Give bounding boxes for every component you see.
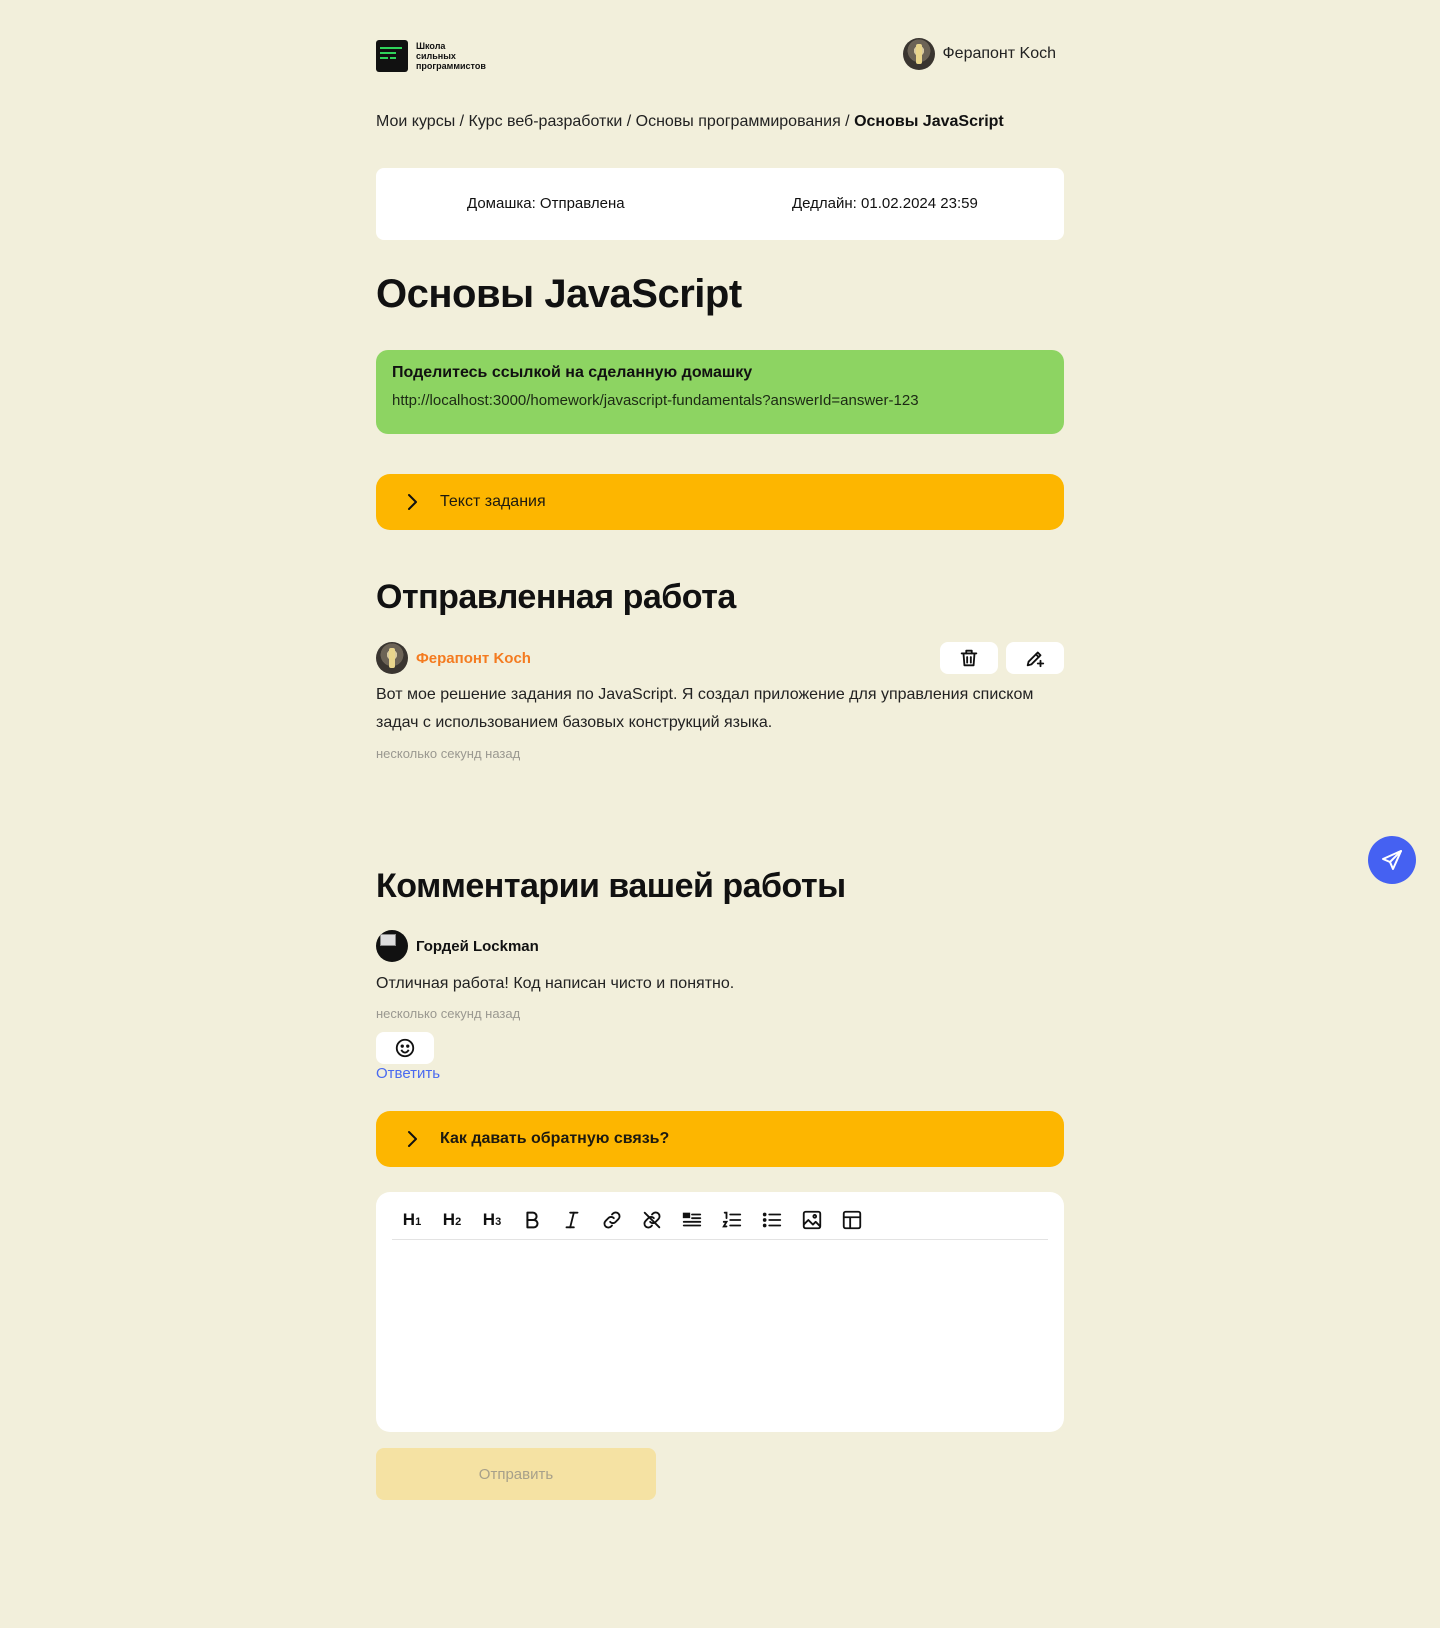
feedback-accordion[interactable]: Как давать обратную связь?	[376, 1111, 1064, 1167]
user-avatar	[902, 38, 935, 70]
heading1-icon: H1	[402, 1209, 422, 1229]
reaction-button[interactable]	[376, 1032, 434, 1064]
edit-pencil-icon	[1026, 651, 1045, 668]
heading2-icon: H2	[442, 1209, 462, 1229]
comment-avatar	[376, 930, 408, 962]
page-title: Основы JavaScript	[376, 272, 742, 316]
author-avatar	[376, 642, 408, 674]
share-link-card: Поделитесь ссылкой на сделанную домашку …	[376, 350, 1064, 434]
bullet-list-icon	[762, 1212, 782, 1227]
comment-author-name[interactable]: Гордей Lockman	[416, 938, 539, 955]
image-button[interactable]	[792, 1204, 832, 1236]
submitted-author: Ферапонт Koch	[376, 642, 531, 674]
telegram-button[interactable]	[1368, 836, 1416, 884]
submitted-text: Вот мое решение задания по JavaScript. Я…	[376, 686, 1034, 731]
reply-link[interactable]: Ответить	[376, 1065, 440, 1082]
deadline: Дедлайн: 01.02.2024 23:59	[792, 195, 978, 212]
editor-content[interactable]	[392, 1248, 1048, 1418]
header: Школа сильных программистов Ферапонт Koc…	[376, 38, 1064, 74]
unlink-icon	[643, 1211, 661, 1228]
task-text-label: Текст задания	[440, 493, 546, 510]
logo-text: Школа сильных программистов	[416, 41, 486, 71]
image-icon	[802, 1210, 822, 1229]
homework-status-card: Домашка: Отправлена Дедлайн: 01.02.2024 …	[376, 168, 1064, 240]
heading2-button[interactable]: H2	[432, 1204, 472, 1236]
italic-icon	[565, 1211, 579, 1228]
link-button[interactable]	[592, 1204, 632, 1236]
link-icon	[603, 1211, 621, 1228]
comment-editor: H1 H2 H3	[376, 1192, 1064, 1432]
feedback-label: Как давать обратную связь?	[440, 1130, 670, 1147]
ordered-list-icon	[722, 1211, 742, 1227]
share-url[interactable]: http://localhost:3000/homework/javascrip…	[392, 392, 1048, 409]
comments-heading: Комментарии вашей работы	[376, 867, 846, 905]
bold-icon	[526, 1211, 539, 1228]
ordered-list-button[interactable]	[712, 1204, 752, 1236]
user-name: Ферапонт Koch	[942, 45, 1057, 62]
edit-button[interactable]	[1006, 642, 1064, 674]
submit-button[interactable]: Отправить	[376, 1448, 656, 1500]
comment-time: несколько секунд назад	[376, 1006, 521, 1021]
heading3-icon: H3	[482, 1209, 502, 1229]
comment-text: Отличная работа! Код написан чисто и пон…	[376, 975, 735, 992]
table-button[interactable]	[832, 1204, 872, 1236]
author-name[interactable]: Ферапонт Koch	[416, 650, 531, 667]
smile-icon	[395, 1038, 415, 1058]
breadcrumb: Мои курсы / Курс веб-разработки / Основы…	[376, 113, 1004, 130]
breadcrumb-link-course[interactable]: Курс веб-разработки	[469, 113, 623, 130]
logo[interactable]: Школа сильных программистов	[376, 40, 486, 72]
table-icon	[842, 1210, 862, 1229]
send-icon	[1382, 850, 1402, 870]
breadcrumb-current: Основы JavaScript	[854, 113, 1004, 130]
comment-author: Гордей Lockman	[376, 930, 539, 962]
chevron-right-icon	[408, 1131, 417, 1147]
heading1-button[interactable]: H1	[392, 1204, 432, 1236]
submitted-work-heading: Отправленная работа	[376, 578, 736, 616]
breadcrumb-link-module[interactable]: Основы программирования	[636, 113, 841, 130]
bold-button[interactable]	[512, 1204, 552, 1236]
task-text-accordion[interactable]: Текст задания	[376, 474, 1064, 530]
delete-button[interactable]	[940, 642, 998, 674]
share-heading: Поделитесь ссылкой на сделанную домашку	[392, 364, 753, 381]
italic-button[interactable]	[552, 1204, 592, 1236]
blockquote-button[interactable]	[672, 1204, 712, 1236]
trash-icon	[960, 649, 978, 667]
submitted-time: несколько секунд назад	[376, 746, 521, 761]
breadcrumb-link-courses[interactable]: Мои курсы	[376, 113, 455, 130]
logo-icon	[376, 40, 408, 72]
quote-icon	[682, 1212, 702, 1226]
user-menu[interactable]: Ферапонт Koch	[902, 38, 1057, 70]
unlink-button[interactable]	[632, 1204, 672, 1236]
chevron-right-icon	[408, 494, 417, 510]
homework-status: Домашка: Отправлена	[467, 195, 625, 212]
editor-toolbar: H1 H2 H3	[392, 1200, 1048, 1240]
bullet-list-button[interactable]	[752, 1204, 792, 1236]
heading3-button[interactable]: H3	[472, 1204, 512, 1236]
